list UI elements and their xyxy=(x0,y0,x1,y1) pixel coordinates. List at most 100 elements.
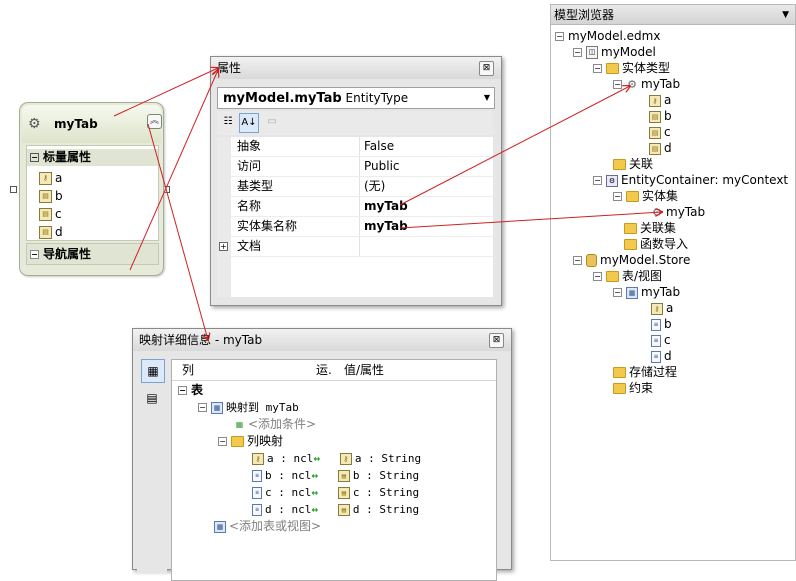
tree-node-model[interactable]: − ◫ myModel xyxy=(573,44,656,60)
column-mapping-row[interactable]: ⚷ a : ncl↔ ⚷ a : String xyxy=(252,450,421,467)
tree-node-tables-views[interactable]: − 表/视图 xyxy=(593,268,662,284)
collapse-icon[interactable]: − xyxy=(613,192,622,201)
scalar-property[interactable]: ▤ c xyxy=(39,205,62,223)
folder-icon xyxy=(613,383,626,394)
property-row[interactable]: 实体集名称 myTab xyxy=(231,217,493,237)
property-row[interactable]: 抽象 False xyxy=(231,137,493,157)
column-mapping-row[interactable]: ≡ b : ncl↔ ▤ b : String xyxy=(252,467,419,484)
entity-shape[interactable]: ⚙ myTab ︽ − 标量属性 ⚷ a ▤ b ▤ c ▤ d − 导航属性 xyxy=(10,100,170,276)
add-table-or-view[interactable]: ▦ <添加表或视图> xyxy=(214,518,321,535)
mapping-details-window: 映射详细信息 - myTab ⊠ ▦ ▤ 列 运. 值/属性 − 表 − ▦ 映射到 … xyxy=(132,328,512,581)
folder-icon xyxy=(231,436,244,447)
scalar-property[interactable]: ▤ d xyxy=(39,223,63,241)
tree-node-entity-sets[interactable]: − 实体集 xyxy=(613,188,678,204)
maps-to-node[interactable]: − ▦ 映射到 myTab xyxy=(198,399,299,416)
property-row[interactable]: 基类型 (无) xyxy=(231,177,493,197)
column-mapping-row[interactable]: ≡ c : ncl↔ ▤ c : String xyxy=(252,484,419,501)
entity-icon: ⚙ xyxy=(28,116,41,132)
collapse-icon[interactable]: − xyxy=(198,403,207,412)
close-icon[interactable]: ⊠ xyxy=(479,61,494,76)
tree-node-table[interactable]: − ▦ myTab xyxy=(613,284,680,300)
properties-title-bar[interactable]: 属性 xyxy=(211,57,501,79)
tree-node-column[interactable]: ≡ d xyxy=(651,348,672,364)
entity-title: myTab xyxy=(54,117,98,131)
tree-node-property[interactable]: ⚷ a xyxy=(649,92,671,108)
navigation-properties-header[interactable]: − 导航属性 xyxy=(26,243,159,265)
database-icon xyxy=(586,254,597,267)
object-selector[interactable]: myModel.myTab EntityType ▼ xyxy=(217,87,495,109)
mapping-arrow-icon: ↔ xyxy=(313,452,320,465)
tree-node-column[interactable]: ≡ b xyxy=(651,316,672,332)
collapse-icon[interactable]: − xyxy=(218,437,227,446)
mapping-title-bar[interactable]: 映射详细信息 - myTab xyxy=(133,329,511,351)
folder-icon xyxy=(624,223,637,234)
model-browser-panel: 模型浏览器 ▼ − myModel.edmx − ◫ myModel − 实体类型 − ⚙… xyxy=(550,4,796,561)
property-icon: ▤ xyxy=(649,142,661,155)
tree-node-associations[interactable]: 关联 xyxy=(613,156,653,172)
column-icon: ≡ xyxy=(252,470,262,482)
collapse-icon[interactable]: − xyxy=(555,32,564,41)
tree-node-column[interactable]: ⚷ a xyxy=(651,300,673,316)
tree-node-entity-set[interactable]: ⚙ myTab xyxy=(651,204,705,220)
resize-handle-right[interactable] xyxy=(163,186,170,193)
entity-icon: ⚙ xyxy=(627,77,637,91)
column-header-value[interactable]: 值/属性 xyxy=(344,360,384,380)
categorized-icon[interactable]: ☷ xyxy=(219,113,237,131)
collapse-icon[interactable]: − xyxy=(593,176,602,185)
folder-icon xyxy=(624,239,637,250)
entity-header[interactable]: ⚙ myTab ︽ xyxy=(22,105,162,143)
tree-node-entity-types[interactable]: − 实体类型 xyxy=(593,60,670,76)
tree-node-constraints[interactable]: 约束 xyxy=(613,380,653,396)
table-icon: ▦ xyxy=(626,286,638,299)
tables-node[interactable]: − 表 xyxy=(178,382,203,399)
column-mappings-node[interactable]: − 列映射 xyxy=(218,433,283,450)
map-to-functions-icon[interactable]: ▤ xyxy=(141,387,163,409)
tree-node-association-sets[interactable]: 关联集 xyxy=(613,220,676,236)
mapping-column-header: 列 运. 值/属性 xyxy=(172,360,496,381)
tree-node-property[interactable]: ▤ c xyxy=(649,124,671,140)
tree-node-property[interactable]: ▤ d xyxy=(649,140,672,156)
tree-node-entity[interactable]: − ⚙ myTab xyxy=(613,76,680,92)
add-condition-icon: ▦ xyxy=(235,420,244,429)
tree-node-column[interactable]: ≡ c xyxy=(651,332,671,348)
map-to-tables-icon[interactable]: ▦ xyxy=(141,359,165,383)
tree-node-container[interactable]: − ⚙ EntityContainer: myContext xyxy=(593,172,788,188)
collapse-icon[interactable]: − xyxy=(573,256,582,265)
model-browser-title-bar[interactable]: 模型浏览器 ▼ xyxy=(551,5,795,25)
dropdown-arrow-icon[interactable]: ▼ xyxy=(484,88,490,108)
property-icon: ▤ xyxy=(337,504,350,516)
property-icon: ▤ xyxy=(39,208,52,221)
column-header-operator[interactable]: 运. xyxy=(316,360,332,380)
alphabetical-icon[interactable]: A↓ xyxy=(239,113,259,133)
property-row[interactable]: 名称 myTab xyxy=(231,197,493,217)
tree-node-property[interactable]: ▤ b xyxy=(649,108,672,124)
collapse-icon[interactable]: − xyxy=(613,288,622,297)
collapse-icon[interactable]: ︽ xyxy=(147,114,162,129)
dropdown-arrow-icon[interactable]: ▼ xyxy=(782,5,789,25)
scalar-properties-header[interactable]: − 标量属性 xyxy=(27,149,158,166)
collapse-icon[interactable]: − xyxy=(593,272,602,281)
collapse-section-icon[interactable]: − xyxy=(30,153,39,162)
collapse-icon[interactable]: − xyxy=(573,48,582,57)
close-icon[interactable]: ⊠ xyxy=(489,333,504,348)
key-property-icon: ⚷ xyxy=(649,94,661,107)
collapse-icon[interactable]: − xyxy=(613,80,622,89)
property-row[interactable]: 访问 Public xyxy=(231,157,493,177)
property-pages-icon[interactable]: ▭ xyxy=(263,113,281,131)
column-header-column[interactable]: 列 xyxy=(182,360,194,380)
collapse-icon[interactable]: − xyxy=(593,64,602,73)
resize-handle-left[interactable] xyxy=(10,186,17,193)
column-mapping-row[interactable]: ≡ d : ncl↔ ▤ d : String xyxy=(252,501,419,518)
mapping-arrow-icon: ↔ xyxy=(311,503,318,516)
property-row[interactable]: + 文档 xyxy=(219,237,493,257)
scalar-property[interactable]: ▤ b xyxy=(39,187,63,205)
tree-node-store[interactable]: − myModel.Store xyxy=(573,252,690,268)
collapse-icon[interactable]: − xyxy=(178,386,187,395)
collapse-section-icon[interactable]: − xyxy=(30,250,39,259)
tree-node-edmx[interactable]: − myModel.edmx xyxy=(555,28,660,44)
tree-node-function-imports[interactable]: 函数导入 xyxy=(613,236,688,252)
tree-node-stored-procedures[interactable]: 存储过程 xyxy=(613,364,677,380)
expand-icon[interactable]: + xyxy=(219,242,228,251)
scalar-property[interactable]: ⚷ a xyxy=(39,169,62,187)
add-condition[interactable]: ▦ <添加条件> xyxy=(234,416,316,433)
